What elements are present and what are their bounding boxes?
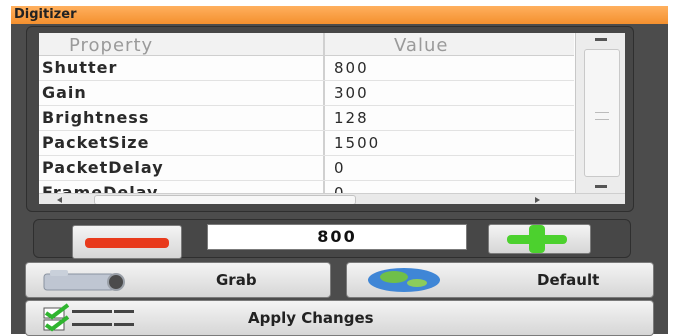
default-button[interactable]: Default [346, 262, 654, 298]
vertical-scrollbar[interactable] [575, 33, 625, 193]
value-cell[interactable]: 300 [334, 84, 369, 102]
camera-icon [43, 270, 125, 291]
checklist-icon [43, 303, 134, 332]
stepper-value-field[interactable]: 800 [207, 224, 467, 250]
value-cell[interactable]: 128 [334, 109, 369, 127]
grab-label: Grab [216, 271, 257, 289]
property-cell: PacketSize [42, 133, 150, 152]
default-label: Default [537, 271, 600, 289]
grid-header: Property Value [39, 33, 574, 56]
scroll-up-icon[interactable] [595, 38, 607, 41]
property-cell: Shutter [42, 58, 118, 77]
scroll-down-icon[interactable] [595, 185, 607, 188]
apply-changes-button[interactable]: Apply Changes [25, 300, 654, 336]
scroll-right-icon[interactable] [535, 197, 540, 203]
decrement-button[interactable] [72, 225, 182, 259]
grab-button[interactable]: Grab [25, 262, 331, 298]
header-property[interactable]: Property [69, 35, 153, 56]
panel-title-bar: Digitizer [11, 6, 668, 24]
vertical-scroll-thumb[interactable] [584, 49, 620, 177]
value-cell[interactable]: 0 [334, 159, 346, 177]
scroll-left-icon[interactable] [57, 197, 62, 203]
panel-title: Digitizer [14, 7, 77, 22]
property-cell: Gain [42, 83, 87, 102]
property-grid[interactable]: Property Value Shutter 800 Gain 300 Brig… [39, 33, 625, 204]
increment-button[interactable] [488, 224, 591, 254]
horizontal-scrollbar[interactable] [39, 193, 625, 204]
property-cell: PacketDelay [42, 158, 164, 177]
property-cell: Brightness [42, 108, 150, 127]
table-row[interactable]: PacketSize 1500 [39, 131, 574, 156]
table-row[interactable]: Brightness 128 [39, 106, 574, 131]
horizontal-scroll-thumb[interactable] [94, 195, 356, 204]
table-row[interactable]: PacketDelay 0 [39, 156, 574, 181]
value-cell[interactable]: 1500 [334, 134, 380, 152]
table-row[interactable]: Shutter 800 [39, 56, 574, 81]
table-row[interactable]: Gain 300 [39, 81, 574, 106]
apply-changes-label: Apply Changes [248, 309, 374, 327]
globe-icon [368, 268, 440, 292]
grip-icon [595, 112, 609, 120]
plus-icon [489, 225, 590, 253]
minus-icon [85, 238, 169, 248]
header-value[interactable]: Value [394, 35, 448, 56]
value-cell[interactable]: 800 [334, 59, 369, 77]
